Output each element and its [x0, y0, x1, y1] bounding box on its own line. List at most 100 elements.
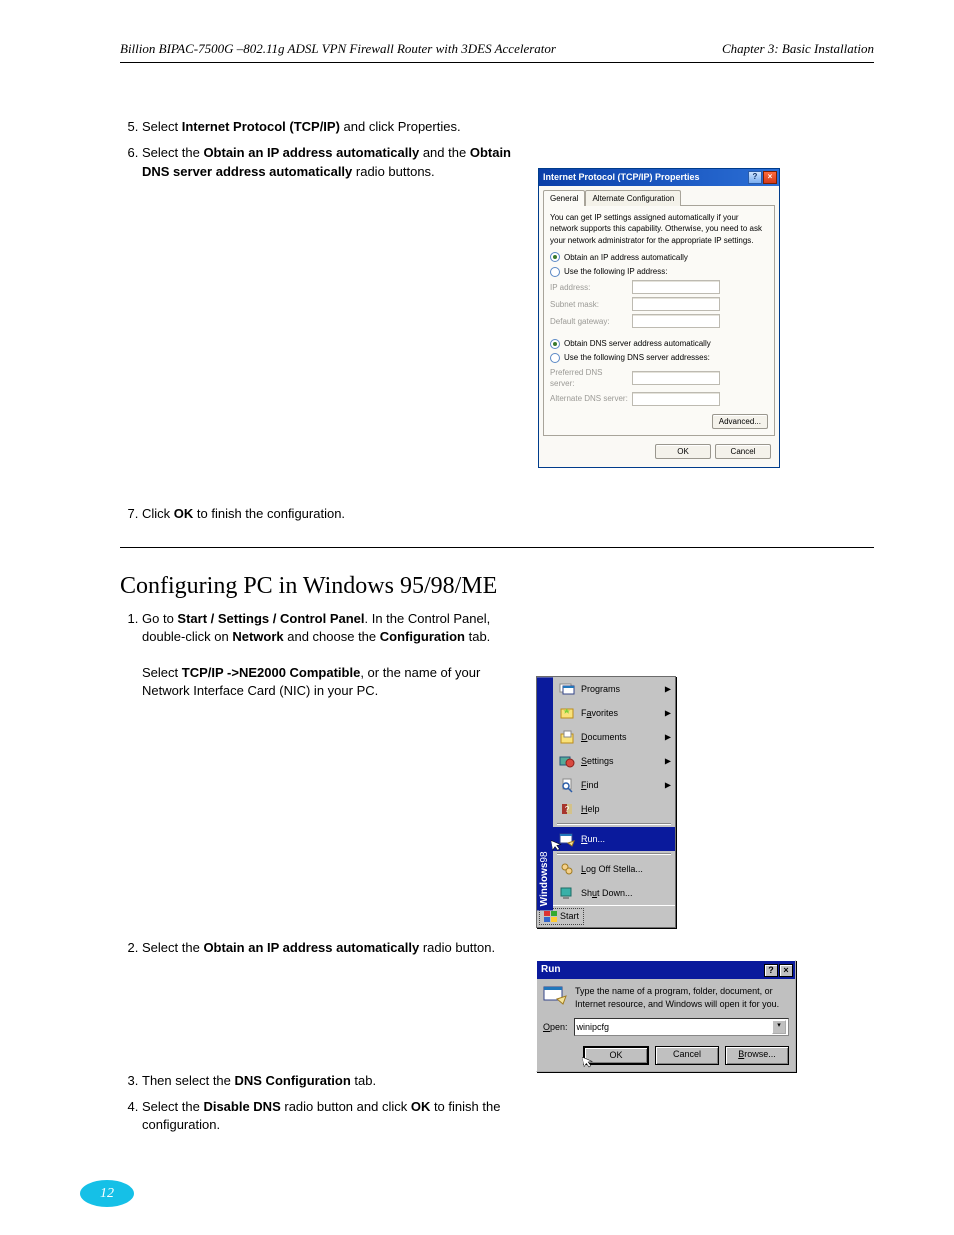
ip-field[interactable] [632, 280, 720, 294]
radio-ip-manual-label: Use the following IP address: [564, 266, 667, 277]
advanced-button[interactable]: Advanced... [712, 414, 768, 429]
open-value: winipcfg [577, 1021, 610, 1034]
menu-label: Log Off Stella... [581, 863, 643, 876]
radio-icon [550, 267, 560, 277]
step2-3: Then select the DNS Configuration tab. [142, 1072, 520, 1090]
chevron-right-icon: ▶ [665, 707, 671, 718]
label-dns2: Alternate DNS server: [550, 393, 628, 404]
menu-label: Favorites [581, 707, 618, 720]
step2-1: Go to Start / Settings / Control Panel. … [142, 610, 520, 701]
radio-dns-manual[interactable]: Use the following DNS server addresses: [550, 352, 768, 363]
chevron-right-icon: ▶ [665, 731, 671, 742]
run-titlebar: Run ? × [537, 961, 795, 979]
step-6: Select the Obtain an IP address automati… [142, 144, 520, 180]
open-combobox[interactable]: winipcfg ▾ [574, 1018, 789, 1036]
header-product: Billion BIPAC-7500G –802.11g ADSL VPN Fi… [120, 40, 556, 58]
radio-ip-auto-label: Obtain an IP address automatically [564, 252, 688, 263]
windows-logo-icon [544, 911, 557, 922]
help-icon: ? [559, 801, 575, 817]
steps-list-2: Go to Start / Settings / Control Panel. … [120, 610, 520, 701]
figure-tcpip-dialog: Internet Protocol (TCP/IP) Properties ? … [538, 168, 780, 468]
ok-button[interactable]: OK [583, 1046, 649, 1065]
menu-label: Settings [581, 755, 614, 768]
favorites-icon [559, 705, 575, 721]
step2-4: Select the Disable DNS radio button and … [142, 1098, 520, 1134]
help-button[interactable]: ? [764, 964, 778, 977]
dialog-intro: You can get IP settings assigned automat… [550, 212, 768, 246]
tab-general[interactable]: General [543, 190, 585, 206]
step-7: Click OK to finish the configuration. [142, 505, 520, 523]
radio-ip-manual[interactable]: Use the following IP address: [550, 266, 768, 277]
radio-dns-manual-label: Use the following DNS server addresses: [564, 352, 710, 363]
start-logoff[interactable]: Log Off Stella... [553, 857, 675, 881]
radio-icon [550, 353, 560, 363]
run-icon [543, 985, 567, 1010]
start-programs[interactable]: Programs ▶ [553, 677, 675, 701]
label-subnet: Subnet mask: [550, 299, 628, 310]
logoff-icon [559, 861, 575, 877]
subnet-field[interactable] [632, 297, 720, 311]
browse-button[interactable]: Browse... [725, 1046, 789, 1065]
dns2-field[interactable] [632, 392, 720, 406]
start-documents[interactable]: Documents ▶ [553, 725, 675, 749]
chevron-right-icon: ▶ [665, 683, 671, 694]
dialog-titlebar: Internet Protocol (TCP/IP) Properties ? … [539, 169, 779, 186]
label-ip: IP address: [550, 282, 628, 293]
dns1-field[interactable] [632, 371, 720, 385]
steps-list-1b: Click OK to finish the configuration. [120, 505, 520, 523]
steps-list-4: Then select the DNS Configuration tab. S… [120, 1072, 520, 1135]
radio-dns-auto[interactable]: Obtain DNS server address automatically [550, 338, 768, 349]
run-intro: Type the name of a program, folder, docu… [575, 985, 789, 1010]
shutdown-icon [559, 885, 575, 901]
svg-text:?: ? [565, 805, 570, 814]
header-chapter: Chapter 3: Basic Installation [722, 40, 874, 58]
start-find[interactable]: Find ▶ [553, 773, 675, 797]
dialog-title: Internet Protocol (TCP/IP) Properties [543, 171, 700, 184]
label-gateway: Default gateway: [550, 316, 628, 327]
gateway-field[interactable] [632, 314, 720, 328]
start-shutdown[interactable]: Shut Down... [553, 881, 675, 905]
page-number-badge: 12 [80, 1180, 134, 1207]
cancel-button[interactable]: Cancel [715, 444, 771, 459]
documents-icon [559, 729, 575, 745]
radio-icon [550, 339, 560, 349]
brand-thin: 98 [539, 851, 550, 862]
radio-icon [550, 252, 560, 262]
step2-2: Select the Obtain an IP address automati… [142, 939, 520, 957]
menu-label: Shut Down... [581, 887, 633, 900]
menu-label: Help [581, 803, 600, 816]
start-button[interactable]: Start [539, 908, 584, 925]
step-5: Select Internet Protocol (TCP/IP) and cl… [142, 118, 520, 136]
figure-start-menu: Windows98 Programs ▶ Favorites ▶ [536, 676, 676, 928]
programs-icon [559, 681, 575, 697]
open-label: Open: [543, 1021, 568, 1034]
start-label: Start [560, 910, 579, 923]
help-button[interactable]: ? [748, 171, 762, 184]
close-button[interactable]: × [779, 964, 793, 977]
steps-list-1: Select Internet Protocol (TCP/IP) and cl… [120, 118, 520, 181]
settings-icon [559, 753, 575, 769]
find-icon [559, 777, 575, 793]
radio-dns-auto-label: Obtain DNS server address automatically [564, 338, 711, 349]
ok-button[interactable]: OK [655, 444, 711, 459]
section-title: Configuring PC in Windows 95/98/ME [120, 566, 874, 604]
steps-list-3: Select the Obtain an IP address automati… [120, 939, 520, 957]
start-run[interactable]: Run... [553, 827, 675, 851]
radio-ip-auto[interactable]: Obtain an IP address automatically [550, 252, 768, 263]
start-help[interactable]: ? Help [553, 797, 675, 821]
start-favorites[interactable]: Favorites ▶ [553, 701, 675, 725]
chevron-right-icon: ▶ [665, 779, 671, 790]
cancel-button[interactable]: Cancel [655, 1046, 719, 1065]
chevron-down-icon[interactable]: ▾ [772, 1020, 786, 1034]
tab-alternate[interactable]: Alternate Configuration [585, 190, 681, 206]
menu-label: Documents [581, 731, 627, 744]
page-footer: 12 [0, 1180, 954, 1207]
start-settings[interactable]: Settings ▶ [553, 749, 675, 773]
menu-label: Programs [581, 683, 620, 696]
page-header: Billion BIPAC-7500G –802.11g ADSL VPN Fi… [120, 40, 874, 63]
close-button[interactable]: × [763, 171, 777, 184]
figure-run-dialog: Run ? × Type the name of a program, fold… [536, 960, 796, 1072]
label-dns1: Preferred DNS server: [550, 367, 628, 389]
start-sidebar: Windows98 [537, 677, 553, 910]
brand-bold: Windows [539, 863, 550, 907]
